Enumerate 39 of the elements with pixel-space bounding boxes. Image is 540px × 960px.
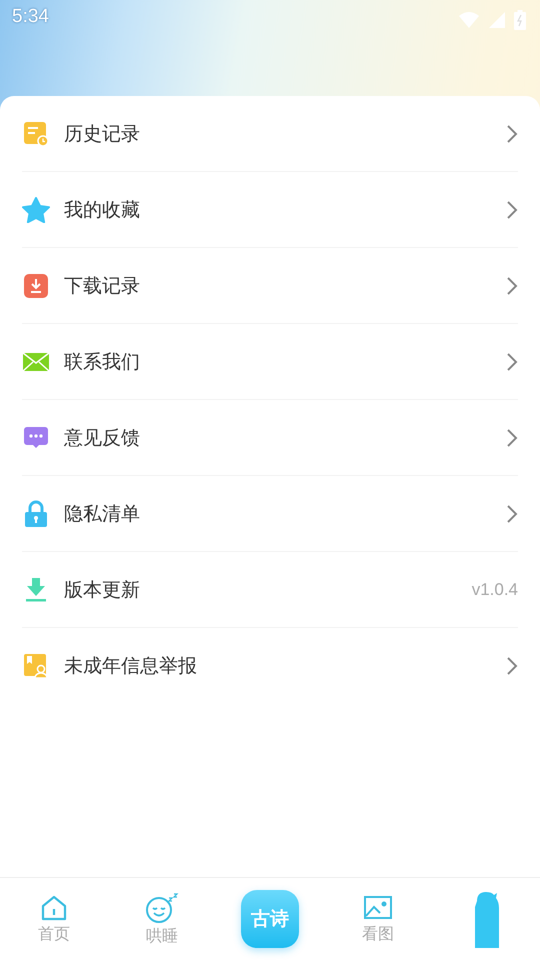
chat-icon (23, 424, 49, 450)
menu-item[interactable]: 联系我们 (22, 324, 518, 400)
download-icon (23, 272, 49, 298)
menu-label: 版本更新 (64, 578, 141, 602)
chevron-icon (506, 276, 518, 296)
menu-item[interactable]: 版本更新 v1.0.4 (22, 552, 518, 628)
note-icon (23, 120, 49, 146)
menu-label: 下载记录 (64, 274, 141, 298)
menu-label: 历史记录 (64, 122, 141, 146)
menu-item[interactable]: 意见反馈 (22, 400, 518, 476)
envelope-icon (22, 350, 50, 372)
menu-label: 隐私清单 (64, 502, 141, 526)
menu-label: 我的收藏 (64, 198, 141, 222)
chevron-icon (506, 428, 518, 448)
menu-item[interactable]: 我的收藏 (22, 172, 518, 248)
signal-icon (488, 11, 506, 29)
menu-item[interactable]: 隐私清单 (22, 476, 518, 552)
chevron-icon (506, 352, 518, 372)
download-arrow-icon (25, 576, 47, 602)
menu-label: 意见反馈 (64, 426, 141, 450)
menu-label: 联系我们 (64, 350, 141, 374)
picture-icon (363, 894, 393, 922)
lock-icon (23, 500, 49, 528)
menu-label: 未成年信息举报 (64, 654, 198, 678)
battery-icon (514, 10, 526, 30)
report-icon (23, 652, 49, 678)
sleeping-face-icon (144, 892, 180, 924)
menu-item[interactable]: 未成年信息举报 (22, 628, 518, 703)
chevron-icon (506, 124, 518, 144)
status-time: 5:34 (12, 6, 49, 28)
menu-item[interactable]: 下载记录 (22, 248, 518, 324)
menu-item[interactable]: 历史记录 (22, 96, 518, 172)
home-icon (40, 894, 68, 922)
wifi-icon (458, 11, 480, 29)
chevron-icon (506, 504, 518, 524)
chevron-icon (506, 656, 518, 676)
version-text: v1.0.4 (472, 580, 518, 600)
chevron-icon (506, 200, 518, 220)
star-icon (22, 196, 50, 222)
